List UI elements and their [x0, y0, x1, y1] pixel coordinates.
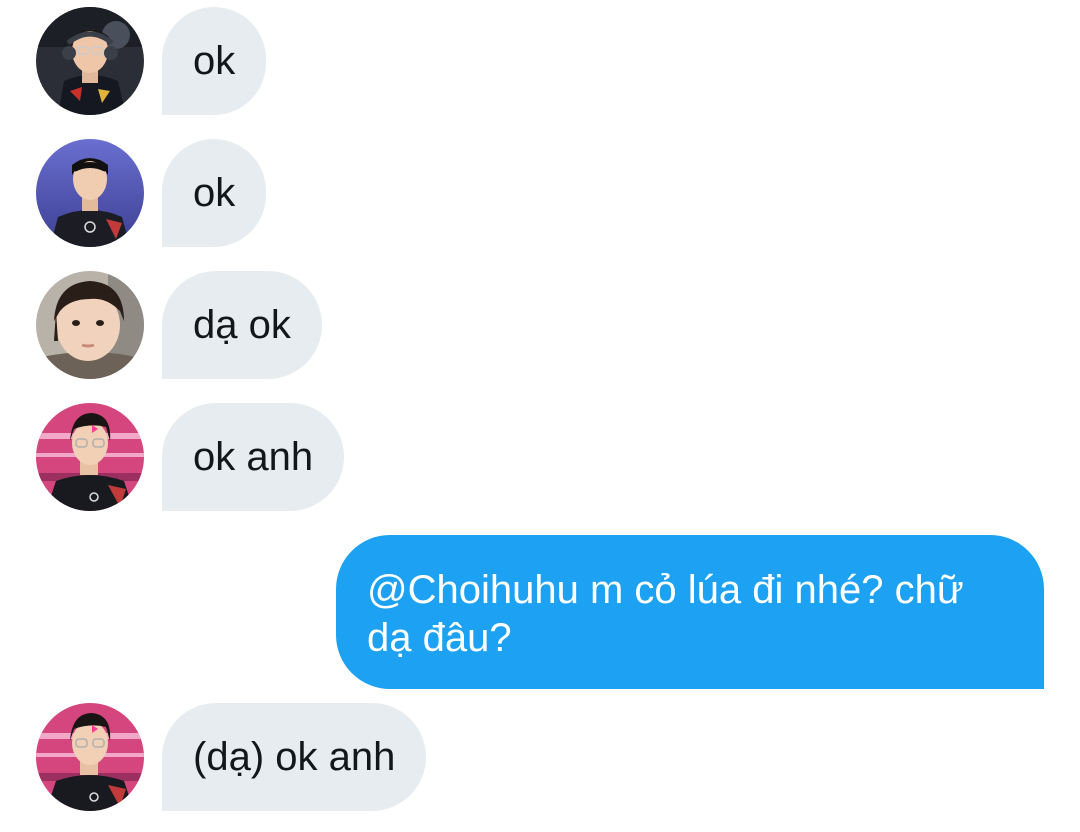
avatar-image	[36, 271, 144, 379]
avatar-image	[36, 139, 144, 247]
incoming-message-bubble[interactable]: ok	[162, 7, 267, 115]
message-row: dạ ok	[0, 271, 1080, 379]
avatar-image	[36, 7, 144, 115]
avatar-child[interactable]	[36, 271, 144, 379]
incoming-message-bubble[interactable]: ok	[162, 139, 267, 247]
incoming-message-bubble[interactable]: dạ ok	[162, 271, 322, 379]
message-thread: ok ok dạ ok ok anh @Choihuhu m cỏ lúa đi…	[0, 0, 1080, 832]
avatar-player-3[interactable]	[36, 703, 144, 811]
avatar-player-2[interactable]	[36, 139, 144, 247]
outgoing-message-bubble[interactable]: @Choihuhu m cỏ lúa đi nhé? chữ dạ đâu?	[336, 535, 1044, 689]
message-row: @Choihuhu m cỏ lúa đi nhé? chữ dạ đâu?	[0, 535, 1080, 691]
avatar-player-3[interactable]	[36, 403, 144, 511]
avatar-image	[36, 403, 144, 511]
message-row: (dạ) ok anh	[0, 703, 1080, 811]
message-row: ok	[0, 139, 1080, 247]
incoming-message-bubble[interactable]: ok anh	[162, 403, 345, 511]
incoming-message-bubble[interactable]: (dạ) ok anh	[162, 703, 427, 811]
message-row: ok	[0, 7, 1080, 115]
avatar-player-1[interactable]	[36, 7, 144, 115]
message-row: ok anh	[0, 403, 1080, 511]
avatar-image	[36, 703, 144, 811]
